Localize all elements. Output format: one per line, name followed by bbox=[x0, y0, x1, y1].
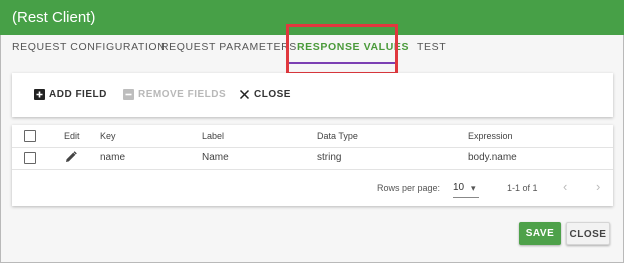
row-checkbox[interactable] bbox=[24, 152, 36, 164]
add-field-label: ADD FIELD bbox=[49, 89, 107, 100]
column-header-label[interactable]: Label bbox=[202, 125, 224, 147]
close-icon bbox=[239, 89, 250, 100]
rows-per-page-value: 10 bbox=[453, 182, 465, 193]
column-header-expression[interactable]: Expression bbox=[468, 125, 513, 147]
remove-box-icon bbox=[123, 89, 134, 100]
pagination-range: 1-1 of 1 bbox=[507, 183, 538, 193]
response-values-table: Edit Key Label Data Type Expression name… bbox=[12, 125, 613, 206]
row-label: Name bbox=[202, 152, 229, 163]
add-box-icon bbox=[34, 89, 45, 100]
table-row[interactable]: name Name string body.name bbox=[12, 147, 613, 170]
rows-per-page-label: Rows per page: bbox=[377, 183, 441, 193]
tab-request-configuration[interactable]: REQUEST CONFIGURATION bbox=[12, 41, 165, 53]
chevron-down-icon: ▾ bbox=[471, 183, 476, 193]
column-header-data-type[interactable]: Data Type bbox=[317, 125, 358, 147]
add-field-button[interactable]: ADD FIELD bbox=[34, 89, 107, 100]
table-header: Edit Key Label Data Type Expression bbox=[12, 125, 613, 148]
pencil-icon[interactable] bbox=[65, 151, 77, 166]
toolbar-close-label: CLOSE bbox=[254, 89, 291, 100]
tab-test[interactable]: TEST bbox=[417, 41, 446, 53]
row-expression: body.name bbox=[468, 152, 517, 163]
row-key: name bbox=[100, 152, 126, 163]
row-data-type: string bbox=[317, 152, 342, 163]
remove-fields-button[interactable]: REMOVE FIELDS bbox=[123, 89, 226, 100]
previous-page-icon[interactable]: ‹ bbox=[563, 176, 567, 198]
table-pagination: Rows per page: 10 ▾ 1-1 of 1 ‹ › bbox=[12, 170, 613, 206]
column-header-key[interactable]: Key bbox=[100, 125, 116, 147]
grid-toolbar: ADD FIELD REMOVE FIELDS CLOSE bbox=[12, 73, 613, 117]
next-page-icon[interactable]: › bbox=[596, 176, 600, 198]
column-header-edit: Edit bbox=[64, 131, 80, 141]
tab-request-parameters[interactable]: REQUEST PARAMETERS bbox=[161, 41, 297, 53]
save-button[interactable]: SAVE bbox=[519, 222, 561, 245]
select-all-checkbox[interactable] bbox=[24, 130, 36, 142]
toolbar-close-button[interactable]: CLOSE bbox=[239, 89, 291, 100]
close-button[interactable]: CLOSE bbox=[566, 222, 610, 245]
remove-fields-label: REMOVE FIELDS bbox=[138, 89, 227, 100]
highlight-box bbox=[286, 24, 398, 75]
